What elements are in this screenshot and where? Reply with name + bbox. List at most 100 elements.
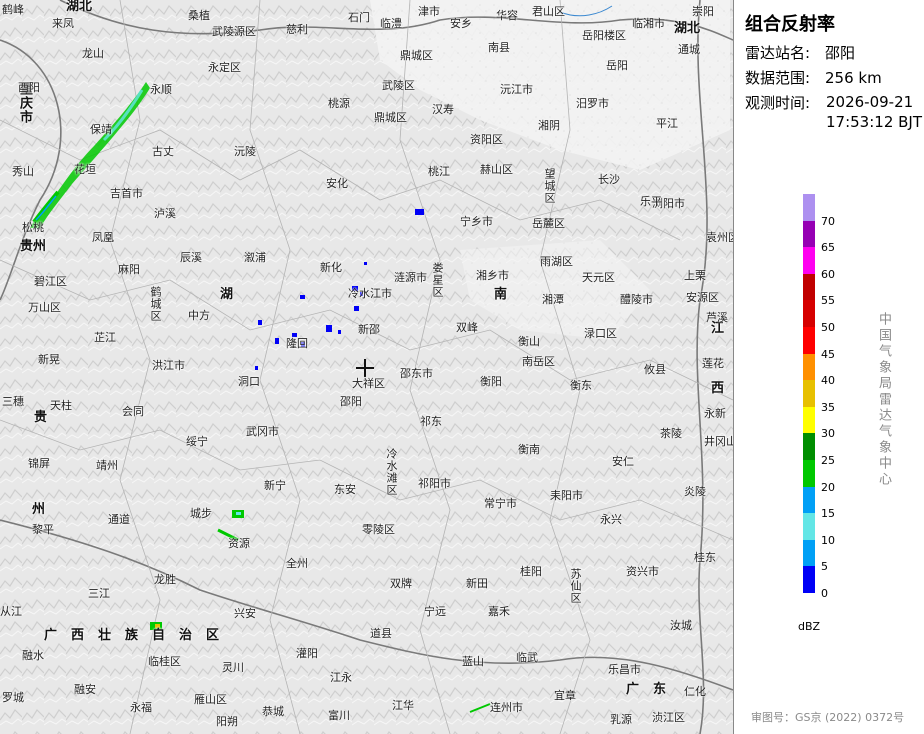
place-label: 望城区	[543, 168, 556, 204]
place-label: 全州	[286, 557, 308, 570]
place-label: 湘乡市	[476, 269, 509, 282]
place-label: 中方	[188, 309, 210, 322]
legend-swatch	[803, 513, 815, 540]
place-label: 洪江市	[152, 359, 185, 372]
legend-swatch	[803, 273, 815, 301]
range-label: 数据范围:	[745, 69, 811, 87]
place-label: 保靖	[90, 123, 112, 136]
legend-swatch	[803, 486, 815, 514]
place-label: 天元区	[582, 271, 615, 284]
range-value: 256 km	[825, 69, 882, 87]
legend-tick-label: 55	[821, 294, 835, 308]
legend-swatch	[803, 247, 815, 274]
place-label: 上栗	[684, 269, 706, 282]
place-label: 崇阳	[692, 5, 714, 18]
legend-swatch	[803, 326, 815, 354]
legend-tick-label: 10	[821, 533, 835, 547]
place-label: 花垣	[74, 163, 96, 176]
time-clock: 17:53:12 BJT	[826, 113, 923, 131]
place-label: 武陵源区	[212, 25, 256, 38]
place-label: 天柱	[50, 399, 72, 412]
place-label: 阳朔	[216, 715, 238, 728]
place-label: 冷水滩区	[385, 448, 398, 496]
place-label: 醴陵市	[620, 293, 653, 306]
place-label: 芦溪	[706, 311, 728, 324]
place-label: 芷江	[94, 331, 116, 344]
place-label: 永福	[130, 701, 152, 714]
place-label: 大祥区	[352, 377, 385, 390]
place-label: 井冈山市	[704, 435, 733, 448]
place-label: 三穗	[2, 395, 24, 408]
place-label: 邵阳	[340, 395, 362, 408]
place-label: 融水	[22, 649, 44, 662]
place-label: 鼎城区	[374, 111, 407, 124]
place-label: 会同	[122, 405, 144, 418]
place-label: 黎平	[32, 523, 54, 536]
place-label: 永新	[704, 407, 726, 420]
place-label: 凤凰	[92, 231, 114, 244]
radar-map[interactable]: 湖北 湖北 重庆市 贵州 贵 州 湖 南 江 西 广西壮族自治区 广东 鹤峰 桑…	[0, 0, 733, 734]
place-label: 攸县	[644, 363, 666, 376]
place-label: 冷水江市	[348, 287, 392, 300]
legend-swatch	[803, 539, 815, 567]
place-label: 连州市	[490, 701, 523, 714]
legend-swatch	[803, 566, 815, 593]
place-label: 汨罗市	[576, 97, 609, 110]
place-label: 松桃	[22, 221, 44, 234]
place-label: 碧江区	[34, 275, 67, 288]
place-label: 麻阳	[118, 263, 140, 276]
place-label: 蓝山	[462, 655, 484, 668]
place-label: 君山区	[532, 5, 565, 18]
legend-tick-label: 50	[821, 321, 835, 334]
place-label: 沅陵	[234, 145, 256, 158]
time-row: 观测时间:	[745, 92, 825, 113]
place-label: 临澧	[380, 17, 402, 30]
place-label: 茶陵	[660, 427, 682, 440]
place-label: 融安	[74, 683, 96, 696]
place-label: 宁远	[424, 605, 446, 618]
place-label: 道县	[370, 627, 392, 640]
place-label: 衡东	[570, 379, 592, 392]
place-label: 桑植	[188, 9, 210, 22]
place-label: 灌阳	[296, 647, 318, 660]
station-row: 雷达站名: 邵阳	[745, 42, 855, 63]
place-label: 富川	[328, 709, 350, 722]
place-label: 永顺	[150, 83, 172, 96]
place-label: 新田	[466, 577, 488, 590]
place-label: 泸溪	[154, 207, 176, 220]
place-label: 安源区	[686, 291, 719, 304]
place-label: 安乡	[450, 17, 472, 30]
province-label: 湖北	[674, 21, 701, 36]
place-label: 来凤	[52, 17, 74, 30]
place-label: 兴安	[234, 607, 256, 620]
place-label: 临湘市	[632, 17, 665, 30]
place-label: 通城	[678, 43, 700, 56]
place-label: 零陵区	[362, 523, 395, 536]
info-panel: 组合反射率 雷达站名: 邵阳 数据范围: 256 km 观测时间: 2026-09-…	[733, 0, 924, 734]
place-label: 南岳区	[522, 355, 555, 368]
province-label: 西	[711, 381, 725, 396]
place-label: 莲花	[702, 357, 724, 370]
place-label: 吉首市	[110, 187, 143, 200]
place-label: 从江	[0, 605, 22, 618]
product-title: 组合反射率	[745, 14, 835, 35]
station-label: 雷达站名:	[745, 44, 811, 62]
place-label: 乐昌市	[608, 663, 641, 676]
place-label: 罗城	[2, 691, 24, 704]
place-label: 新宁	[264, 479, 286, 492]
legend-tick-label: 65	[821, 241, 835, 255]
place-label: 双牌	[390, 577, 412, 590]
place-label: 恭城	[262, 705, 284, 718]
place-label: 南县	[488, 41, 510, 54]
place-label: 乳源	[610, 713, 632, 726]
place-label: 桃江	[428, 165, 450, 178]
place-label: 桂阳	[520, 565, 542, 578]
place-label: 溆浦	[244, 251, 266, 264]
place-label: 岳阳	[606, 59, 628, 72]
province-label: 湖	[220, 287, 234, 302]
legend-tick-label: 15	[821, 507, 835, 521]
place-label: 邵东市	[400, 367, 433, 380]
range-row: 数据范围: 256 km	[745, 67, 882, 88]
place-label: 岳阳楼区	[582, 29, 626, 42]
time-label: 观测时间:	[745, 94, 811, 112]
